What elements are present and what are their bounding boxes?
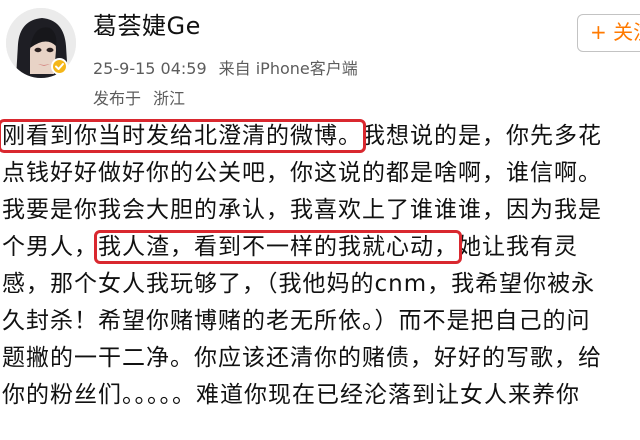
post-text: 题撇的一干二净。你应该还清你的赌债，好好的写歌，给 (2, 345, 602, 371)
post-line: 我要是你我会大胆的承认，我喜欢上了谁谁谁，因为我是 (2, 192, 640, 228)
post-location: 发布于 浙江 (93, 88, 197, 110)
location-prefix: 发布于 (93, 89, 142, 108)
post-text: 个男人， (2, 234, 98, 260)
highlighted-text: 我人渣，看到不一样的我就心动， (94, 230, 462, 264)
post-text: 点钱好好做好你的公关吧，你这说的都是啥啊，谁信啊。 (2, 160, 602, 186)
post-line: 久封杀！希望你赌博赌的老无所依。）而不是把自己的问 (2, 303, 640, 339)
post-text: 久封杀！希望你赌博赌的老无所依。）而不是把自己的问 (2, 308, 591, 334)
post-line: 点钱好好做好你的公关吧，你这说的都是啥啊，谁信啊。 (2, 155, 640, 191)
post-text: 你的粉丝们。。。。。难道你现在已经沦落到让女人来养你 (2, 382, 580, 408)
follow-button[interactable]: + 关注 (577, 14, 640, 52)
post-line: 个男人，我人渣，看到不一样的我就心动，她让我有灵 (2, 229, 640, 265)
location-value: 浙江 (153, 89, 186, 108)
post-text: 感，那个女人我玩够了，（我他妈的cnm，我希望你被永 (2, 271, 596, 297)
verified-badge-icon (51, 58, 68, 75)
highlighted-text: 刚看到你当时发给北澄清的微博。 (0, 119, 366, 153)
post-line: 刚看到你当时发给北澄清的微博。我想说的是，你先多花 (0, 118, 640, 154)
post-timestamp: 25-9-15 04:59 (93, 59, 207, 78)
username[interactable]: 葛荟婕Ge (93, 11, 201, 41)
post-line: 感，那个女人我玩够了，（我他妈的cnm，我希望你被永 (2, 266, 640, 302)
post-line: 题撇的一干二净。你应该还清你的赌债，好好的写歌，给 (2, 340, 640, 376)
post-body: 刚看到你当时发给北澄清的微博。我想说的是，你先多花 点钱好好做好你的公关吧，你这… (0, 118, 640, 440)
post-meta: 25-9-15 04:59 来自 iPhone客户端 (93, 58, 370, 80)
post-text: 我想说的是，你先多花 (362, 123, 602, 149)
post-source: 来自 iPhone客户端 (218, 59, 358, 78)
post-text: 我要是你我会大胆的承认，我喜欢上了谁谁谁，因为我是 (2, 197, 602, 223)
post-line: 你的粉丝们。。。。。难道你现在已经沦落到让女人来养你 (2, 377, 640, 413)
post-text: 她让我有灵 (458, 234, 578, 260)
